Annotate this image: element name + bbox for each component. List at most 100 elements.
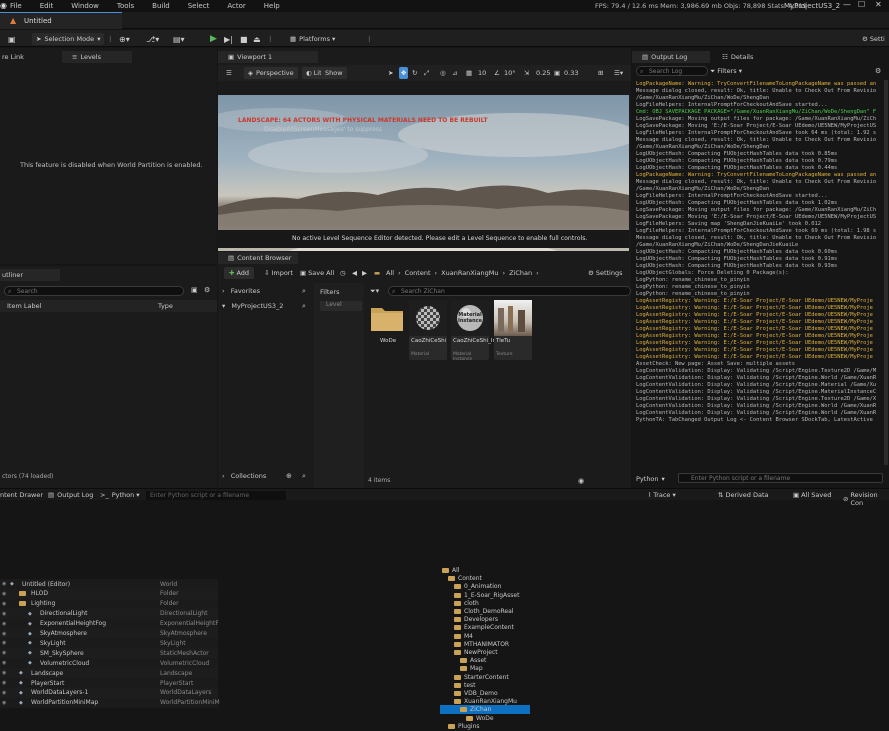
asset-texture-tietu[interactable]: TieTu Texture	[494, 300, 532, 360]
cb-search-input[interactable]: ⌕ Search ZiChan	[388, 286, 631, 296]
cinematics-icon[interactable]: ▤▾	[173, 33, 185, 45]
cb-settings-button[interactable]: ⚙ Settings	[588, 267, 623, 279]
search-icon[interactable]: ⌕	[302, 472, 306, 481]
col-item-label[interactable]: Item Label	[7, 302, 41, 310]
visibility-eye-icon[interactable]: ◉	[2, 621, 6, 627]
selection-mode-button[interactable]: ➤ Selection Mode ▾	[32, 33, 105, 45]
cmd-mode-button[interactable]: >_ Python ▾	[100, 491, 140, 499]
import-button[interactable]: ⇩ Import	[264, 267, 293, 279]
ue-logo-icon[interactable]: ◉	[0, 1, 10, 11]
output-log-button[interactable]: ▤ Output Log	[48, 491, 93, 499]
folder-icon[interactable]: ▬	[374, 267, 380, 279]
more-options-icon[interactable]: ⋮	[366, 33, 373, 45]
outliner-row[interactable]: ◉ ◆ SkyLight SkyLight	[0, 638, 218, 649]
search-icon[interactable]: ⌕	[302, 287, 306, 296]
col-type[interactable]: Type	[158, 302, 173, 310]
level-filter[interactable]: Level	[320, 301, 362, 311]
trace-button[interactable]: ⌇ Trace ▾	[648, 491, 676, 499]
rotate-tool-icon[interactable]: ↻	[412, 67, 417, 79]
maximize-button[interactable]: ☐	[858, 0, 865, 12]
statusbar-python-input[interactable]: Enter Python script or a filename	[146, 491, 286, 500]
save-all-button[interactable]: ▣ Save All	[300, 267, 334, 279]
breadcrumb-all[interactable]: All	[386, 269, 394, 277]
tab-content-browser[interactable]: ▤ Content Browser	[218, 252, 298, 264]
derived-data-button[interactable]: ⇅ Derived Data	[718, 491, 769, 499]
visibility-eye-icon[interactable]: ◉	[2, 700, 6, 706]
visibility-eye-icon[interactable]: ◉	[2, 640, 6, 646]
select-tool-icon[interactable]: ➤	[388, 67, 393, 79]
visibility-eye-icon[interactable]: ◉	[2, 591, 6, 597]
tab-outliner[interactable]: utliner	[0, 269, 60, 281]
rotation-snap-value[interactable]: 10°	[504, 67, 516, 79]
rotation-snap-icon[interactable]: ∠	[494, 67, 500, 79]
asset-material-instance[interactable]: Material Instance CaoZhiCeShi_Inst Mater…	[451, 300, 501, 362]
menu-select[interactable]: Select	[178, 2, 218, 10]
asset-material-caozhiceshi[interactable]: CaoZhiCeShi Material	[409, 300, 447, 360]
grid-snap-value[interactable]: 10	[478, 67, 486, 79]
stop-icon[interactable]: ■	[240, 33, 248, 45]
visibility-eye-icon[interactable]: ◉	[2, 650, 6, 656]
tab-viewport-1[interactable]: ▣ Viewport 1	[218, 51, 318, 63]
outliner-row[interactable]: ◉ ◆ ExponentialHeightFog ExponentialHeightF	[0, 618, 219, 629]
visibility-eye-icon[interactable]: ◉	[2, 611, 6, 617]
minimize-button[interactable]: —	[843, 0, 851, 12]
outliner-row[interactable]: ◉ ◆ SM_SkySphere StaticMeshActor	[0, 648, 218, 659]
visibility-eye-icon[interactable]: ◉	[2, 581, 6, 587]
visibility-eye-icon[interactable]: ◉	[2, 690, 6, 696]
eject-icon[interactable]: ⏏	[253, 33, 261, 45]
hamburger-icon[interactable]: ☰	[226, 67, 232, 79]
python-mode-button[interactable]: Python ▾	[636, 473, 665, 485]
collections-header[interactable]: › Collections	[222, 472, 266, 480]
menu-window[interactable]: Window	[61, 2, 107, 10]
log-search-input[interactable]: ⌕ Search Log	[636, 66, 708, 76]
menu-build[interactable]: Build	[142, 2, 178, 10]
gear-icon[interactable]: ⚙	[875, 67, 881, 75]
tab-details[interactable]: ☷ Details	[712, 51, 772, 63]
add-button[interactable]: ✚ Add	[224, 267, 255, 279]
history-icon[interactable]: ◷	[340, 267, 346, 279]
visibility-eye-icon[interactable]: ◉	[2, 660, 6, 666]
camera-speed-value[interactable]: 0.33	[564, 67, 578, 79]
menu-tools[interactable]: Tools	[107, 2, 142, 10]
search-icon[interactable]: ⌕	[302, 302, 306, 311]
outliner-row[interactable]: ◉ Lighting Folder	[0, 598, 218, 609]
viewport-options-icon[interactable]: ☰▾	[614, 67, 623, 79]
outliner-row[interactable]: ◉ ◆ DirectionalLight DirectionalLight	[0, 608, 218, 619]
menu-edit[interactable]: Edit	[30, 2, 62, 10]
outliner-row[interactable]: ◉ ◆ Untitled (Editor) World	[0, 579, 218, 589]
tab-untitled[interactable]: ▲ Untitled	[0, 12, 122, 29]
close-button[interactable]: ✕	[875, 0, 882, 12]
outliner-row[interactable]: ◉ HLOD Folder	[0, 588, 218, 599]
visibility-eye-icon[interactable]: ◉	[2, 601, 6, 607]
breadcrumb-xuanranxiangmu[interactable]: XuanRanXiangMu	[441, 269, 498, 277]
tab-levels[interactable]: ≡ Levels	[62, 51, 132, 63]
back-icon[interactable]: ◀	[352, 267, 357, 279]
show-button[interactable]: Show	[321, 67, 347, 79]
add-actor-icon[interactable]: ⊕▾	[119, 33, 130, 45]
world-local-icon[interactable]: ◎	[440, 67, 446, 79]
filter-icon[interactable]: ⏷▾	[370, 287, 379, 296]
surface-snap-icon[interactable]: ⊿	[452, 67, 457, 79]
outliner-row[interactable]: ◉ ◆ PlayerStart PlayerStart	[0, 678, 218, 688]
visibility-eye-icon[interactable]: ◉	[2, 631, 6, 637]
outliner-row[interactable]: ◉ ◆ WorldDataLayers-1 WorldDataLayers	[0, 687, 218, 698]
save-icon[interactable]: ▣	[8, 33, 16, 45]
more-options-icon[interactable]: ⋮	[107, 33, 114, 45]
play-icon[interactable]: ▶	[210, 33, 217, 45]
outliner-row[interactable]: ◉ ◆ WorldPartitionMiniMap WorldPartitionMin…	[0, 697, 220, 708]
log-filters-button[interactable]: ⏷ Filters ▾	[710, 65, 742, 77]
settings-button[interactable]: ⚙ Setti	[862, 33, 885, 45]
layout-icon[interactable]: ⊞	[598, 67, 603, 79]
project-root-header[interactable]: ▾ MyProjectUS3_2	[222, 302, 283, 310]
scale-snap-value[interactable]: 0.25	[536, 67, 550, 79]
all-saved-button[interactable]: ▣ All Saved	[793, 491, 831, 499]
revision-control-button[interactable]: ⊘ Revision Con	[843, 491, 889, 507]
add-collection-icon[interactable]: ⊕	[286, 472, 292, 480]
python-command-input[interactable]: Enter Python script or a filename	[678, 473, 883, 483]
forward-icon[interactable]: ▶	[362, 267, 367, 279]
breadcrumb-zichan[interactable]: ZiChan	[509, 269, 532, 277]
step-icon[interactable]: ▶|	[224, 33, 233, 45]
content-drawer-button[interactable]: ntent Drawer	[0, 491, 43, 499]
blueprint-icon[interactable]: ⎇▾	[146, 33, 159, 45]
visibility-eye-icon[interactable]: ◉	[2, 670, 6, 676]
